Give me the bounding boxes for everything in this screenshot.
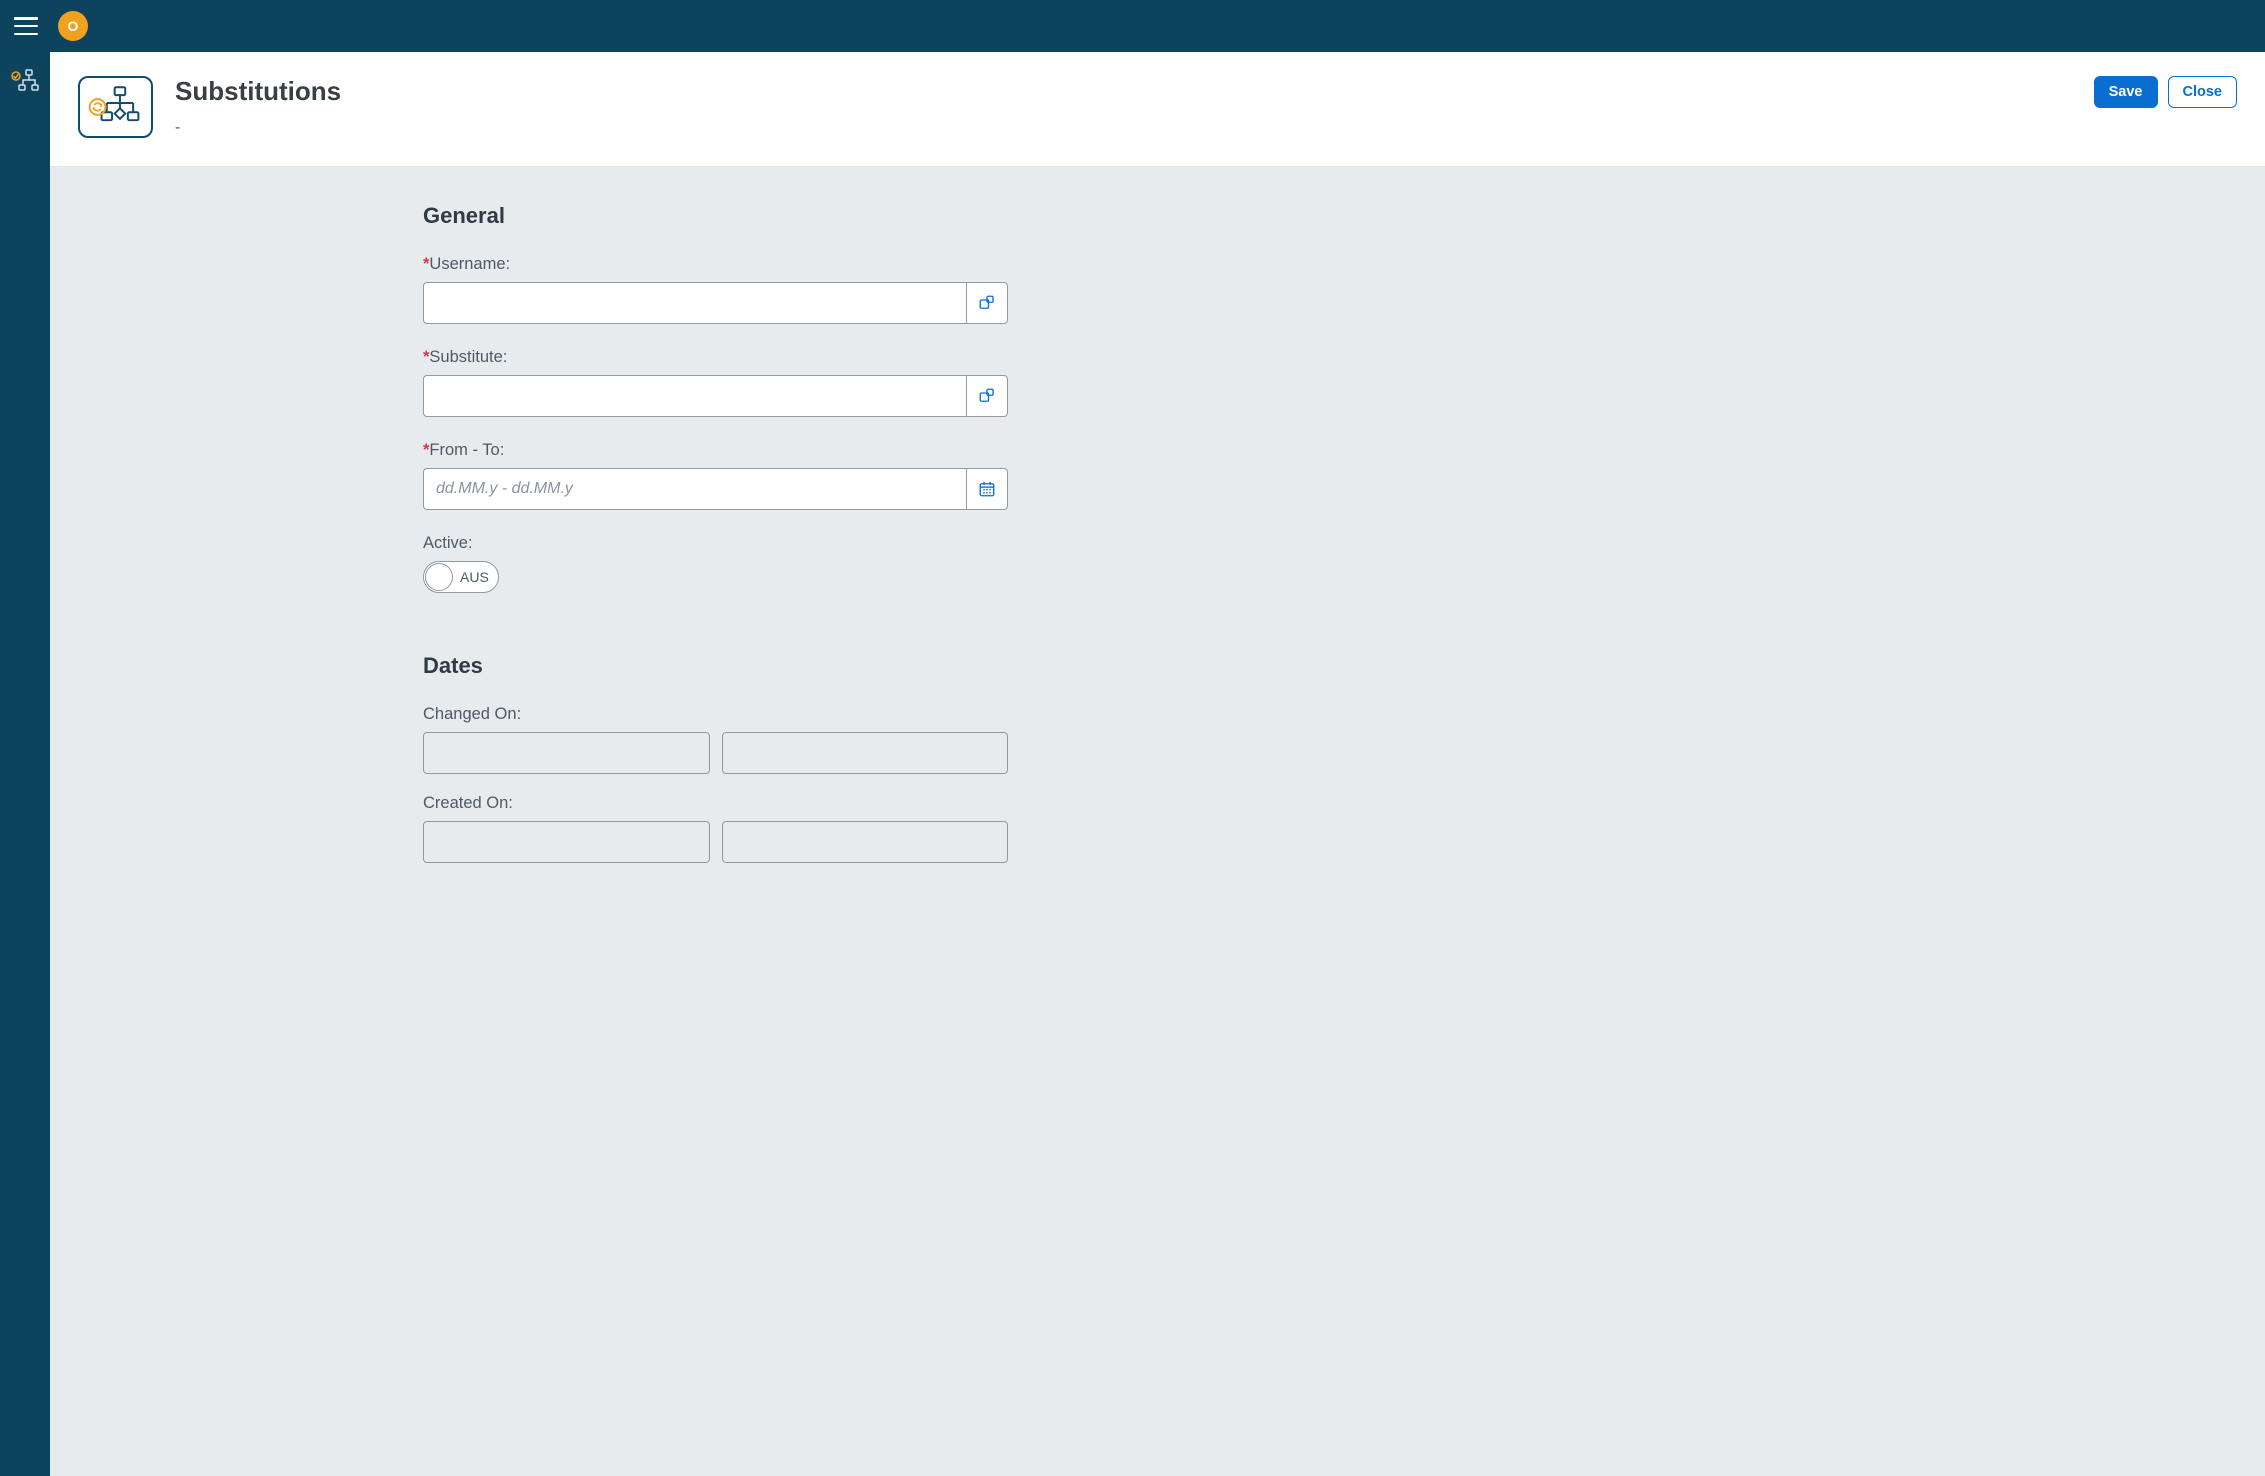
top-bar: O [0, 0, 2265, 52]
section-dates: Dates Changed On: Created On: [423, 653, 1008, 863]
section-dates-title: Dates [423, 653, 1008, 679]
value-help-icon [978, 294, 996, 312]
changed-on-label: Changed On: [423, 705, 1008, 724]
left-nav [0, 52, 50, 1476]
created-on-date-value [423, 821, 710, 863]
username-label: *Username: [423, 255, 1008, 274]
substitute-label: *Substitute: [423, 348, 1008, 367]
header-actions: Save Close [2094, 76, 2237, 108]
section-general-title: General [423, 203, 1008, 229]
user-avatar[interactable]: O [58, 11, 88, 41]
value-help-icon [978, 387, 996, 405]
username-input[interactable] [423, 282, 966, 324]
created-on-label: Created On: [423, 794, 1008, 813]
page-title: Substitutions [175, 76, 2072, 107]
changed-on-date-value [423, 732, 710, 774]
username-field: *Username: [423, 255, 1008, 324]
save-button[interactable]: Save [2094, 76, 2158, 108]
created-on-field: Created On: [423, 794, 1008, 863]
avatar-initial: O [68, 18, 79, 34]
active-toggle[interactable]: AUS [423, 561, 499, 593]
changed-on-field: Changed On: [423, 705, 1008, 774]
created-on-by-value [722, 821, 1009, 863]
menu-toggle-button[interactable] [14, 17, 38, 35]
page-subtitle: - [175, 119, 2072, 137]
close-button[interactable]: Close [2168, 76, 2238, 108]
substitute-input[interactable] [423, 375, 966, 417]
calendar-icon [978, 480, 996, 498]
substitute-field: *Substitute: [423, 348, 1008, 417]
toggle-knob [425, 563, 453, 591]
changed-on-by-value [722, 732, 1009, 774]
main-area: Substitutions - Save Close General *User… [50, 52, 2265, 1476]
shell: Substitutions - Save Close General *User… [0, 52, 2265, 1476]
from-to-field: *From - To: [423, 441, 1008, 510]
username-value-help-button[interactable] [966, 282, 1008, 324]
page-titles: Substitutions - [175, 76, 2072, 137]
workflow-nav-icon[interactable] [9, 66, 41, 98]
form-body: General *Username: [50, 167, 2265, 1476]
from-to-input[interactable] [423, 468, 966, 510]
from-to-label: *From - To: [423, 441, 1008, 460]
form: General *Username: [423, 203, 1008, 863]
page-header: Substitutions - Save Close [50, 52, 2265, 167]
active-field: Active: AUS [423, 534, 1008, 593]
active-label: Active: [423, 534, 1008, 553]
from-to-datepicker-button[interactable] [966, 468, 1008, 510]
toggle-text: AUS [460, 569, 489, 585]
substitutions-icon [78, 76, 153, 138]
substitute-value-help-button[interactable] [966, 375, 1008, 417]
